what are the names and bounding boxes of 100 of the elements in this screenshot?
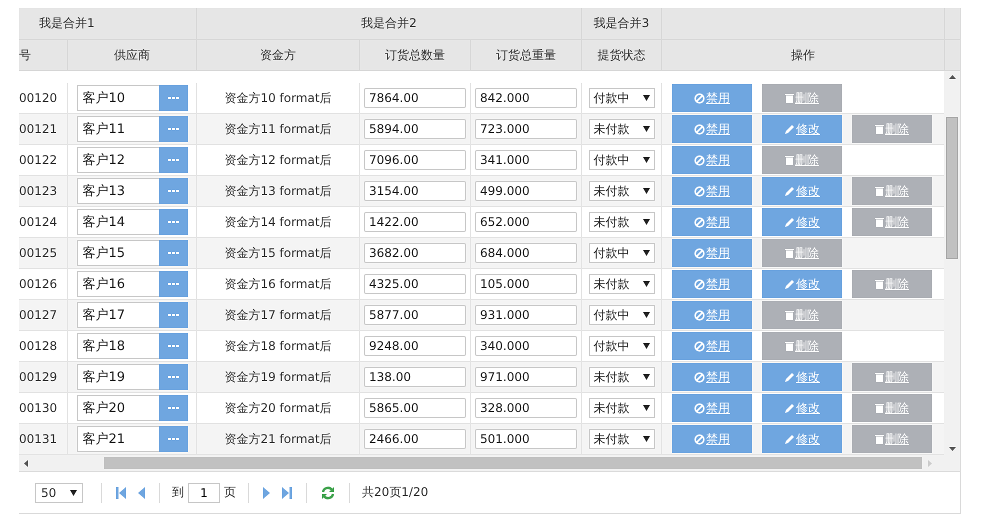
table-cell: 00130 bbox=[19, 401, 58, 415]
weight-field[interactable]: 971.000 bbox=[475, 367, 577, 387]
scrollbar-thumb[interactable] bbox=[946, 117, 958, 259]
caret-icon bbox=[642, 219, 650, 225]
horizontal-scrollbar[interactable] bbox=[19, 455, 960, 472]
ban-icon bbox=[694, 248, 705, 258]
ellipsis-icon bbox=[168, 438, 178, 440]
more-button[interactable] bbox=[158, 333, 188, 359]
ellipsis-icon bbox=[168, 252, 178, 254]
weight-field[interactable]: 501.000 bbox=[475, 429, 577, 449]
caret-icon bbox=[642, 126, 650, 132]
weight-field[interactable]: 684.000 bbox=[475, 243, 577, 263]
vertical-scrollbar[interactable] bbox=[944, 71, 960, 455]
status-dropdown[interactable]: 未付款 bbox=[588, 398, 654, 418]
refresh-icon bbox=[321, 486, 335, 500]
status-dropdown[interactable]: 未付款 bbox=[588, 212, 654, 232]
ellipsis-icon bbox=[168, 344, 178, 348]
caret-icon bbox=[642, 405, 650, 411]
quantity-field[interactable]: 2466.00 bbox=[364, 429, 466, 449]
more-button[interactable] bbox=[158, 85, 188, 111]
supplier-field[interactable]: 客户16 bbox=[76, 271, 188, 297]
status-dropdown[interactable]: 未付款 bbox=[588, 119, 654, 139]
weight-field[interactable]: 328.000 bbox=[475, 398, 577, 418]
more-button[interactable] bbox=[158, 209, 188, 235]
caret-icon bbox=[642, 436, 650, 442]
column-header: 订货总重量 bbox=[496, 46, 556, 64]
ellipsis-icon bbox=[168, 158, 178, 162]
more-button[interactable] bbox=[158, 116, 188, 142]
more-button[interactable] bbox=[158, 395, 188, 421]
quantity-field[interactable]: 5894.00 bbox=[364, 119, 466, 139]
trash-icon bbox=[875, 124, 884, 134]
status-dropdown[interactable]: 未付款 bbox=[588, 367, 654, 387]
supplier-field[interactable]: 客户15 bbox=[76, 240, 188, 266]
weight-field[interactable]: 723.000 bbox=[475, 119, 577, 139]
table-cell: 00120 bbox=[19, 91, 58, 105]
status-dropdown[interactable]: 付款中 bbox=[588, 305, 654, 325]
status-dropdown[interactable]: 未付款 bbox=[588, 429, 654, 449]
more-button[interactable] bbox=[158, 178, 188, 204]
table-cell: 资金方20 format后 bbox=[224, 400, 332, 416]
scrollbar-thumb[interactable] bbox=[104, 457, 922, 469]
weight-field[interactable]: 652.000 bbox=[475, 212, 577, 232]
ban-icon bbox=[694, 186, 705, 196]
scroll-down-icon[interactable] bbox=[948, 447, 956, 451]
supplier-field[interactable]: 客户19 bbox=[76, 364, 188, 390]
quantity-field[interactable]: 5877.00 bbox=[364, 305, 466, 325]
quantity-field[interactable]: 1422.00 bbox=[364, 212, 466, 232]
weight-field[interactable]: 341.000 bbox=[475, 150, 577, 170]
page-size-dropdown[interactable]: 50 bbox=[35, 482, 83, 502]
ellipsis-icon bbox=[168, 314, 178, 316]
quantity-field[interactable]: 3154.00 bbox=[364, 181, 466, 201]
status-dropdown[interactable]: 付款中 bbox=[588, 150, 654, 170]
more-button[interactable] bbox=[158, 271, 188, 297]
weight-field[interactable]: 931.000 bbox=[475, 305, 577, 325]
page-number-field[interactable]: 1 bbox=[188, 482, 220, 502]
ellipsis-icon bbox=[168, 220, 178, 224]
scroll-up-icon[interactable] bbox=[948, 75, 956, 79]
supplier-field[interactable]: 客户21 bbox=[76, 426, 188, 452]
table-cell: 00121 bbox=[19, 122, 58, 136]
supplier-field[interactable]: 客户10 bbox=[76, 85, 188, 111]
trash-icon bbox=[785, 341, 794, 351]
supplier-field[interactable]: 客户18 bbox=[76, 333, 188, 359]
supplier-field[interactable]: 客户11 bbox=[76, 116, 188, 142]
quantity-field[interactable]: 7096.00 bbox=[364, 150, 466, 170]
trash-icon bbox=[875, 372, 884, 382]
quantity-field[interactable]: 5865.00 bbox=[364, 398, 466, 418]
scroll-left-icon[interactable] bbox=[24, 460, 28, 466]
more-button[interactable] bbox=[158, 240, 188, 266]
more-button[interactable] bbox=[158, 364, 188, 390]
weight-field[interactable]: 105.000 bbox=[475, 274, 577, 294]
table-cell: 资金方11 format后 bbox=[224, 120, 332, 138]
status-dropdown[interactable]: 未付款 bbox=[588, 274, 654, 294]
status-dropdown[interactable]: 付款中 bbox=[588, 336, 654, 356]
quantity-field[interactable]: 138.00 bbox=[364, 367, 466, 387]
status-dropdown[interactable]: 未付款 bbox=[588, 181, 654, 201]
quantity-field[interactable]: 3682.00 bbox=[364, 243, 466, 263]
table-cell: 资金方18 format后 bbox=[224, 338, 332, 354]
quantity-field[interactable]: 9248.00 bbox=[364, 336, 466, 356]
supplier-field[interactable]: 客户12 bbox=[76, 147, 188, 173]
caret-icon bbox=[642, 95, 650, 101]
weight-field[interactable]: 842.000 bbox=[475, 88, 577, 108]
column-header: 操作 bbox=[791, 46, 815, 64]
scroll-right-icon[interactable] bbox=[928, 460, 932, 466]
weight-field[interactable]: 499.000 bbox=[475, 181, 577, 201]
supplier-field[interactable]: 客户17 bbox=[76, 302, 188, 328]
status-dropdown[interactable]: 付款中 bbox=[588, 88, 654, 108]
weight-field[interactable]: 340.000 bbox=[475, 336, 577, 356]
more-button[interactable] bbox=[158, 302, 188, 328]
quantity-field[interactable]: 7864.00 bbox=[364, 88, 466, 108]
more-button[interactable] bbox=[158, 426, 188, 452]
more-button[interactable] bbox=[158, 147, 188, 173]
table-cell: 00124 bbox=[19, 215, 58, 229]
supplier-field[interactable]: 客户13 bbox=[76, 178, 188, 204]
trash-icon bbox=[875, 279, 884, 289]
page-summary: 共20页1/20 bbox=[362, 484, 428, 501]
trash-icon bbox=[875, 403, 884, 413]
table-cell: 00129 bbox=[19, 370, 58, 384]
quantity-field[interactable]: 4325.00 bbox=[364, 274, 466, 294]
supplier-field[interactable]: 客户14 bbox=[76, 209, 188, 235]
status-dropdown[interactable]: 付款中 bbox=[588, 243, 654, 263]
supplier-field[interactable]: 客户20 bbox=[76, 395, 188, 421]
